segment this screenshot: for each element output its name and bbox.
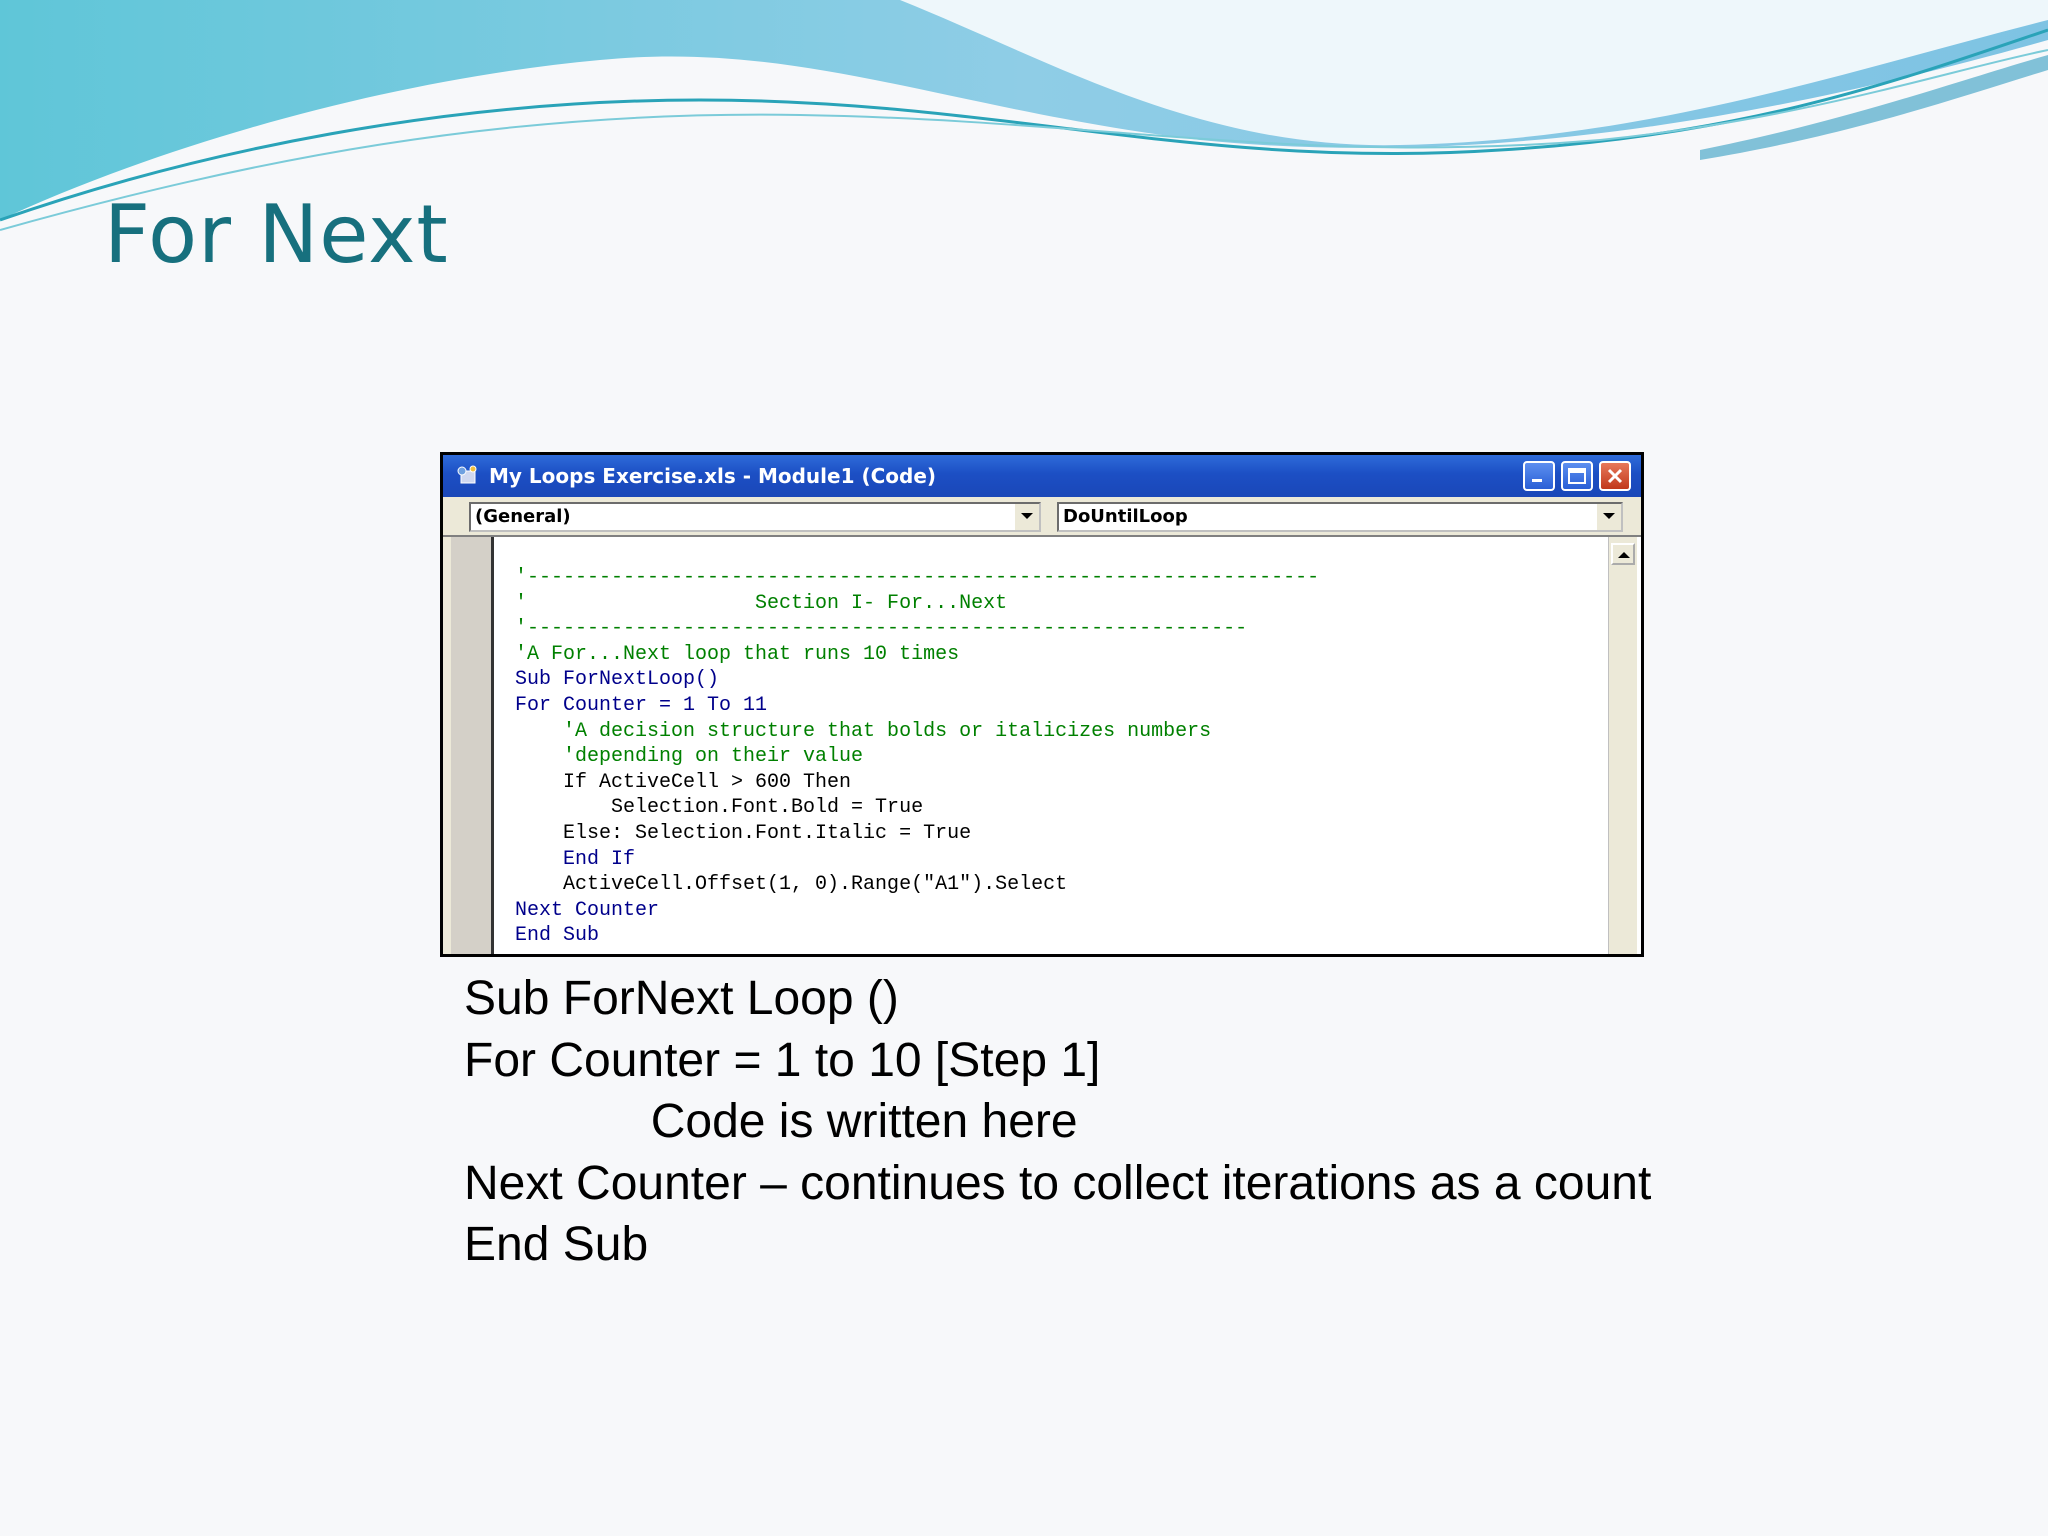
code-line: End If	[515, 847, 636, 871]
note-line: Sub ForNext Loop ()	[464, 972, 899, 1025]
editor-left-edge	[443, 537, 451, 954]
code-line: 'A For...Next loop that runs 10 times	[515, 642, 960, 666]
chevron-down-icon	[1603, 513, 1615, 519]
maximize-button[interactable]	[1561, 461, 1593, 491]
note-line: Code is written here	[464, 1095, 1078, 1148]
minimize-button[interactable]	[1523, 461, 1555, 491]
close-button[interactable]	[1599, 461, 1631, 491]
vba-module-icon	[457, 465, 477, 484]
code-line: 'A decision structure that bolds or ital…	[515, 719, 1212, 743]
margin-indicator-bar[interactable]	[451, 537, 494, 954]
vertical-scrollbar[interactable]	[1608, 537, 1637, 954]
code-text: '---------------------------------------…	[515, 565, 1319, 949]
procedure-combo-dropdown[interactable]	[1595, 504, 1621, 530]
close-icon	[1607, 468, 1623, 484]
code-line: 'depending on their value	[515, 745, 864, 769]
object-combo-value: (General)	[475, 506, 571, 527]
code-line: Selection.Font.Bold = True	[515, 796, 924, 820]
note-line: End Sub	[464, 1218, 649, 1271]
procedure-combo-value: DoUntilLoop	[1063, 506, 1188, 527]
note-line: Next Counter – continues to collect iter…	[464, 1156, 1652, 1210]
vba-code-window: My Loops Exercise.xls - Module1 (Code) (…	[440, 452, 1644, 957]
chevron-down-icon	[1021, 513, 1033, 519]
object-combo[interactable]: (General)	[469, 502, 1041, 532]
code-line: ActiveCell.Offset(1, 0).Range("A1").Sele…	[515, 873, 1068, 897]
code-toolbar: (General) DoUntilLoop	[443, 497, 1641, 535]
maximize-icon	[1568, 468, 1586, 484]
chevron-up-icon	[1618, 552, 1630, 558]
note-line: For Counter = 1 to 10 [Step 1]	[464, 1033, 1101, 1087]
code-line: ' Section I- For...Next	[515, 591, 1008, 615]
code-line: '---------------------------------------…	[515, 566, 1320, 589]
window-titlebar[interactable]: My Loops Exercise.xls - Module1 (Code)	[443, 455, 1641, 497]
code-editor[interactable]: '---------------------------------------…	[443, 535, 1641, 954]
scroll-up-button[interactable]	[1611, 543, 1635, 565]
slide-notes-text: Sub ForNext Loop () For Counter = 1 to 1…	[464, 968, 1651, 1276]
object-combo-dropdown[interactable]	[1013, 504, 1039, 530]
procedure-combo[interactable]: DoUntilLoop	[1057, 502, 1623, 532]
slide-title: For Next	[104, 188, 449, 281]
code-line: Sub ForNextLoop()	[515, 668, 720, 692]
minimize-icon	[1532, 479, 1542, 482]
code-line: '---------------------------------------…	[515, 617, 1248, 641]
code-line: Next Counter	[515, 898, 660, 922]
code-line: For Counter = 1 To 11	[515, 693, 768, 717]
code-line: Else: Selection.Font.Italic = True	[515, 821, 972, 845]
window-title: My Loops Exercise.xls - Module1 (Code)	[489, 464, 937, 488]
code-line: If ActiveCell > 600 Then	[515, 770, 852, 794]
code-line: End Sub	[515, 924, 600, 948]
